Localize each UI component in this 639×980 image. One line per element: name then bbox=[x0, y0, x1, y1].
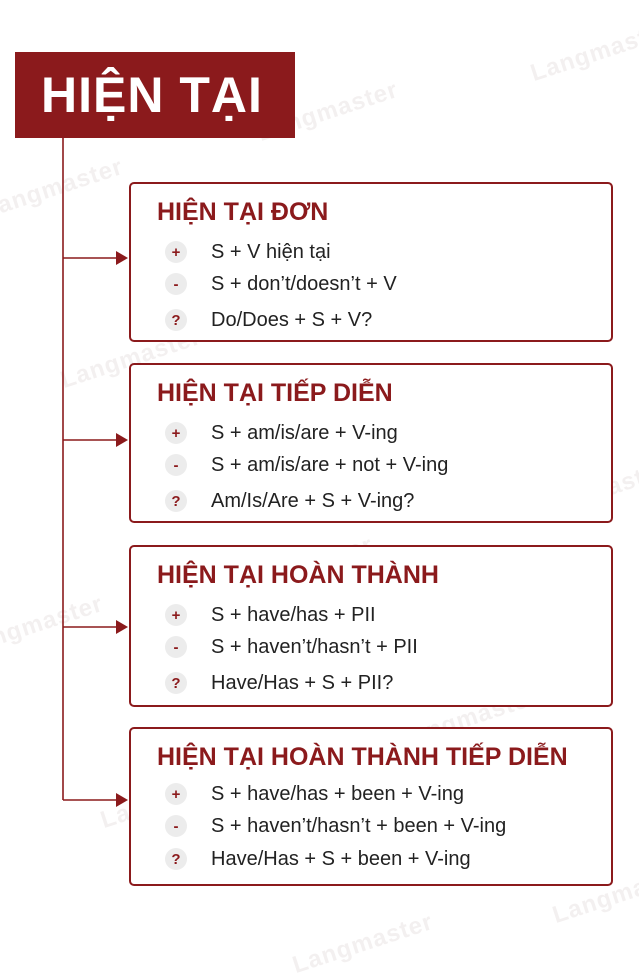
tense-card-present-perfect: HIỆN TẠI HOÀN THÀNH + S + have/has + PII… bbox=[129, 545, 613, 707]
arrow-head bbox=[116, 251, 128, 265]
question-icon: ? bbox=[165, 672, 187, 694]
minus-icon: - bbox=[165, 815, 187, 837]
tense-card-present-perfect-continuous: HIỆN TẠI HOÀN THÀNH TIẾP DIỄN + S + have… bbox=[129, 727, 613, 886]
tense-title: HIỆN TẠI ĐƠN bbox=[157, 198, 329, 226]
main-title: HIỆN TẠI bbox=[41, 67, 263, 123]
plus-icon: + bbox=[165, 241, 187, 263]
arrow-head bbox=[116, 433, 128, 447]
affirmative-row: + S + V hiện tại bbox=[165, 239, 331, 265]
negative-row: - S + don’t/doesn’t + V bbox=[165, 271, 397, 297]
tense-title: HIỆN TẠI TIẾP DIỄN bbox=[157, 379, 393, 407]
affirmative-row: + S + am/is/are + V-ing bbox=[165, 420, 398, 446]
plus-icon: + bbox=[165, 783, 187, 805]
arrow-head bbox=[116, 793, 128, 807]
negative-row: - S + am/is/are + not + V-ing bbox=[165, 452, 448, 478]
formula-text: S + haven’t/hasn’t + PII bbox=[211, 635, 418, 658]
question-icon: ? bbox=[165, 490, 187, 512]
affirmative-row: + S + have/has + PII bbox=[165, 602, 376, 628]
arrow-head bbox=[116, 620, 128, 634]
question-icon: ? bbox=[165, 309, 187, 331]
affirmative-row: + S + have/has + been + V-ing bbox=[165, 781, 464, 807]
formula-text: S + am/is/are + V-ing bbox=[211, 421, 398, 444]
formula-text: S + have/has + PII bbox=[211, 603, 376, 626]
formula-text: S + don’t/doesn’t + V bbox=[211, 272, 397, 295]
question-row: ? Do/Does + S + V? bbox=[165, 307, 372, 333]
negative-row: - S + haven’t/hasn’t + PII bbox=[165, 634, 418, 660]
minus-icon: - bbox=[165, 454, 187, 476]
minus-icon: - bbox=[165, 273, 187, 295]
tense-card-present-simple: HIỆN TẠI ĐƠN + S + V hiện tại - S + don’… bbox=[129, 182, 613, 342]
plus-icon: + bbox=[165, 604, 187, 626]
formula-text: S + V hiện tại bbox=[211, 240, 331, 263]
formula-text: Do/Does + S + V? bbox=[211, 308, 373, 331]
tense-card-present-continuous: HIỆN TẠI TIẾP DIỄN + S + am/is/are + V-i… bbox=[129, 363, 613, 523]
question-icon: ? bbox=[165, 848, 187, 870]
negative-row: - S + haven’t/hasn’t + been + V-ing bbox=[165, 813, 506, 839]
minus-icon: - bbox=[165, 636, 187, 658]
question-row: ? Have/Has + S + been + V-ing bbox=[165, 846, 471, 872]
plus-icon: + bbox=[165, 422, 187, 444]
formula-text: S + am/is/are + not + V-ing bbox=[211, 453, 449, 476]
question-row: ? Have/Has + S + PII? bbox=[165, 670, 393, 696]
main-title-box: HIỆN TẠI bbox=[15, 52, 295, 138]
formula-text: S + have/has + been + V-ing bbox=[211, 782, 464, 805]
tense-title: HIỆN TẠI HOÀN THÀNH TIẾP DIỄN bbox=[157, 743, 568, 771]
formula-text: Have/Has + S + been + V-ing bbox=[211, 847, 471, 870]
formula-text: Have/Has + S + PII? bbox=[211, 671, 394, 694]
formula-text: Am/Is/Are + S + V-ing? bbox=[211, 489, 415, 512]
question-row: ? Am/Is/Are + S + V-ing? bbox=[165, 488, 414, 514]
formula-text: S + haven’t/hasn’t + been + V-ing bbox=[211, 814, 507, 837]
tense-title: HIỆN TẠI HOÀN THÀNH bbox=[157, 561, 439, 589]
